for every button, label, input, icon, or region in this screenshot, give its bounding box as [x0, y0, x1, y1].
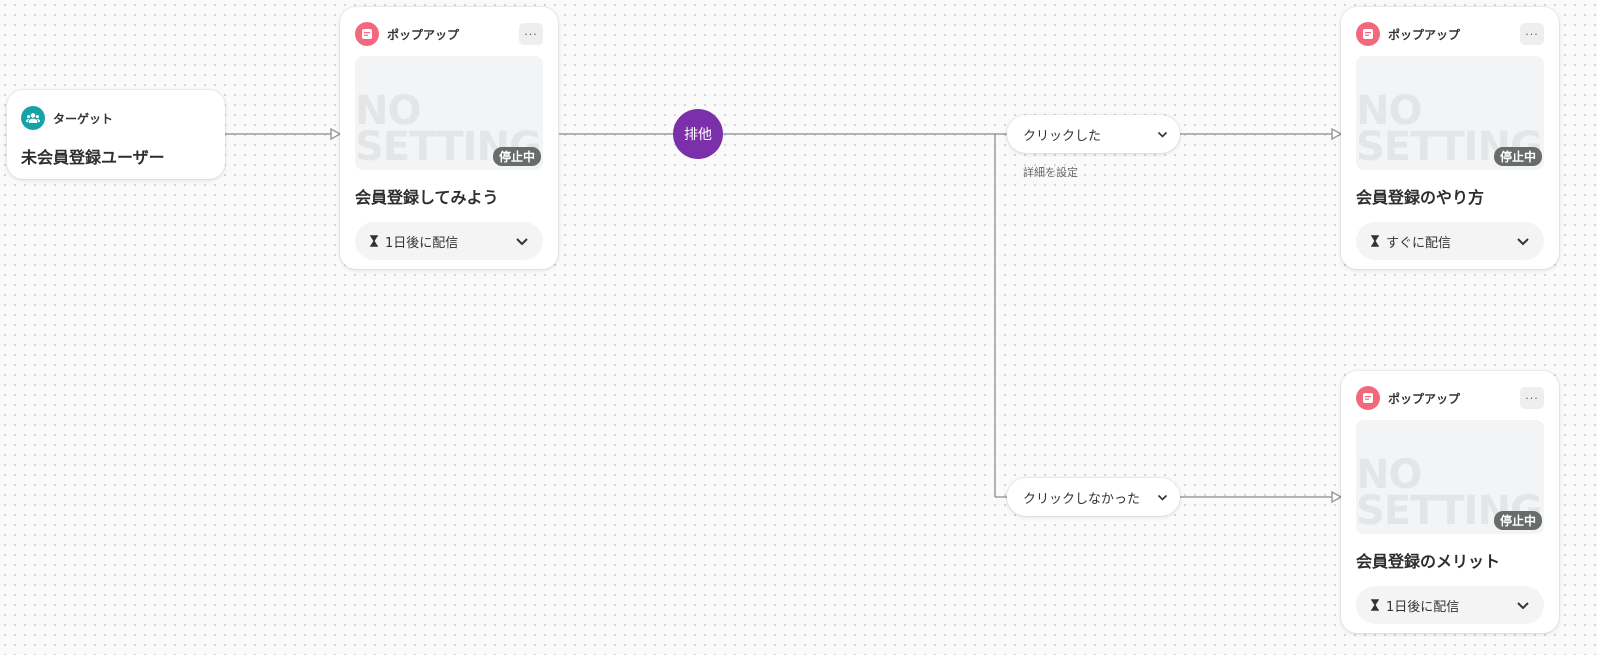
popup-header-label: ポップアップ [1388, 27, 1461, 42]
popup-title: 会員登録してみよう [355, 188, 499, 207]
status-badge: 停止中 [1493, 511, 1542, 530]
popup-title: 会員登録のやり方 [1356, 188, 1485, 207]
users-icon [21, 106, 45, 130]
popup-header: ポップアップ ··· [355, 22, 543, 46]
branch-clicked-label: クリックした [1023, 128, 1102, 144]
popup-icon [1356, 386, 1380, 410]
popup-node-3[interactable]: ポップアップ ··· NO SETTING 停止中 会員登録のメリット 1日後に… [1341, 371, 1559, 633]
popup-header-label: ポップアップ [387, 27, 460, 42]
chevron-down-icon [1157, 131, 1168, 138]
detail-settings-link[interactable]: 詳細を設定 [1023, 164, 1078, 180]
target-header-label: ターゲット [53, 111, 114, 126]
popup-header: ポップアップ ··· [1356, 386, 1544, 410]
more-options-button[interactable]: ··· [1520, 387, 1544, 409]
branch-not-clicked-select[interactable]: クリックしなかった [1007, 478, 1180, 516]
popup-preview[interactable]: NO SETTING 停止中 [1356, 420, 1544, 534]
target-header: ターゲット [21, 106, 211, 130]
chevron-down-icon [516, 237, 528, 245]
chevron-down-icon [1517, 601, 1529, 609]
popup-icon [355, 22, 379, 46]
popup-icon [1356, 22, 1380, 46]
delivery-timing-label: 1日後に配信 [385, 235, 459, 251]
exclusive-node[interactable]: 排他 [673, 109, 723, 159]
popup-preview[interactable]: NO SETTING 停止中 [355, 56, 543, 170]
delivery-timing-label: 1日後に配信 [1386, 599, 1460, 615]
popup-node-1[interactable]: ポップアップ ··· NO SETTING 停止中 会員登録してみよう 1日後に… [340, 7, 558, 269]
popup-header-label: ポップアップ [1388, 391, 1461, 406]
branch-clicked-select[interactable]: クリックした [1007, 115, 1180, 153]
target-title: 未会員登録ユーザー [21, 148, 165, 167]
status-badge: 停止中 [1493, 147, 1542, 166]
arrowhead-popup2 [1331, 127, 1343, 141]
arrowhead-popup3 [1331, 490, 1343, 504]
chevron-down-icon [1157, 494, 1168, 501]
status-badge: 停止中 [492, 147, 541, 166]
hourglass-icon [1370, 235, 1380, 247]
more-options-button[interactable]: ··· [1520, 23, 1544, 45]
arrowhead-popup1 [330, 127, 342, 141]
popup-node-2[interactable]: ポップアップ ··· NO SETTING 停止中 会員登録のやり方 すぐに配信 [1341, 7, 1559, 269]
delivery-timing-select[interactable]: 1日後に配信 [355, 222, 543, 260]
popup-header: ポップアップ ··· [1356, 22, 1544, 46]
exclusive-label: 排他 [684, 127, 712, 143]
delivery-timing-label: すぐに配信 [1386, 235, 1452, 251]
hourglass-icon [1370, 599, 1380, 611]
popup-title: 会員登録のメリット [1356, 552, 1501, 571]
target-node[interactable]: ターゲット 未会員登録ユーザー [7, 90, 225, 179]
popup-preview[interactable]: NO SETTING 停止中 [1356, 56, 1544, 170]
chevron-down-icon [1517, 237, 1529, 245]
delivery-timing-select[interactable]: すぐに配信 [1356, 222, 1544, 260]
delivery-timing-select[interactable]: 1日後に配信 [1356, 586, 1544, 624]
branch-not-clicked-label: クリックしなかった [1023, 491, 1141, 507]
more-options-button[interactable]: ··· [519, 23, 543, 45]
hourglass-icon [369, 235, 379, 247]
